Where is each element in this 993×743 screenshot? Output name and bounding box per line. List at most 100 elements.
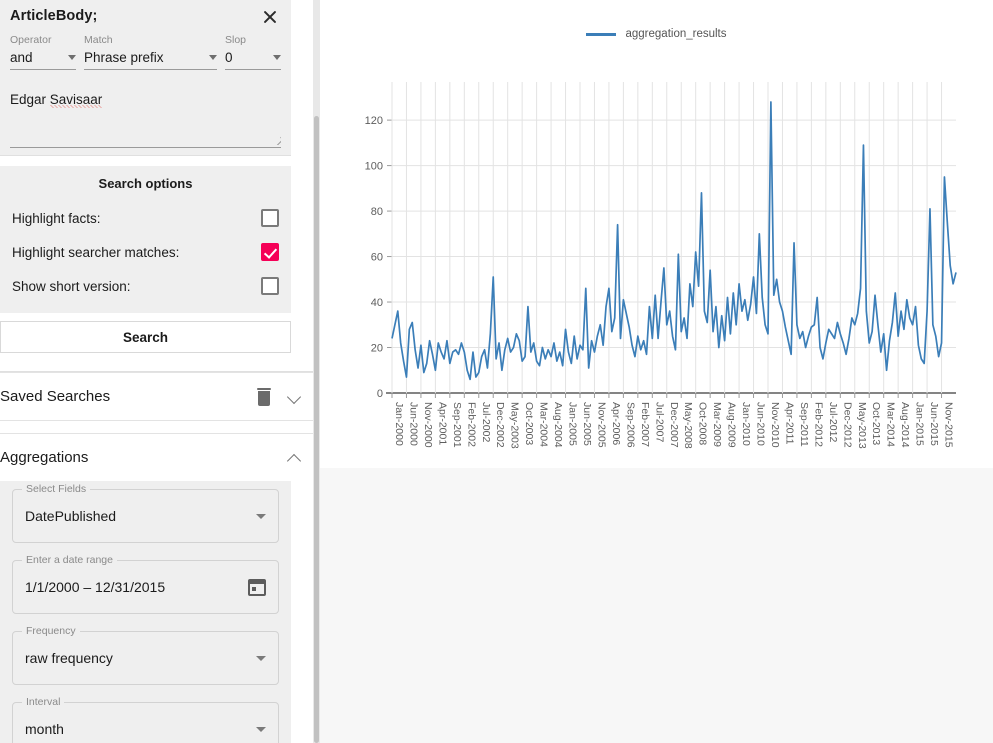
x-axis-tick-label: Jun-2010 <box>755 402 767 446</box>
x-axis-tick-label: Jun-2000 <box>407 402 419 446</box>
x-axis-tick-label: Jul-2012 <box>827 402 839 442</box>
y-axis-tick-label: 120 <box>365 115 383 127</box>
x-axis-tick-label: Aug-2009 <box>726 402 738 448</box>
slop-value: 0 <box>225 50 233 65</box>
y-axis-tick-label: 20 <box>371 343 383 355</box>
y-axis-tick-label: 40 <box>371 297 383 309</box>
x-axis-tick-label: Apr-2001 <box>436 402 448 445</box>
query-text-misspelled: Savisaar <box>49 92 103 108</box>
x-axis-tick-label: Feb-2012 <box>812 402 824 447</box>
sidebar-scrollbar[interactable] <box>313 0 320 743</box>
aggregations-accordion[interactable]: Aggregations <box>0 433 313 481</box>
x-axis-tick-label: Oct-2008 <box>697 402 709 445</box>
match-label: Match <box>84 34 113 46</box>
select-fields-value: DatePublished <box>25 508 117 524</box>
date-range-field[interactable]: Enter a date range 1/1/2000 – 12/31/2015 <box>12 554 279 614</box>
search-options-card: Search options Highlight facts: Highligh… <box>0 166 291 313</box>
x-axis-tick-label: Nov-2005 <box>595 402 607 448</box>
option-label: Highlight searcher matches: <box>12 244 180 260</box>
option-row-highlight-searcher-matches: Highlight searcher matches: <box>12 235 279 269</box>
chevron-up-icon[interactable] <box>288 451 301 464</box>
query-field-row: Operator and Match Phrase prefix Slop 0 <box>10 34 281 70</box>
x-axis-tick-label: Sep-2011 <box>798 402 810 447</box>
highlight-searcher-matches-checkbox[interactable] <box>261 243 279 261</box>
match-value: Phrase prefix <box>84 50 164 65</box>
operator-label: Operator <box>10 34 52 46</box>
slop-label: Slop <box>225 34 247 46</box>
y-axis-tick-label: 60 <box>371 252 383 264</box>
slop-select[interactable]: Slop 0 <box>225 34 281 70</box>
search-options-title: Search options <box>98 176 193 191</box>
frequency-field[interactable]: Frequency raw frequency <box>12 625 279 685</box>
operator-value: and <box>10 50 33 65</box>
chevron-down-icon <box>256 513 266 519</box>
resize-grip[interactable] <box>268 132 281 145</box>
x-axis-tick-label: Jan-2010 <box>740 402 752 446</box>
x-axis-tick-label: May-2003 <box>509 402 521 449</box>
x-axis-tick-label: Mar-2014 <box>885 402 897 447</box>
highlight-facts-checkbox[interactable] <box>261 209 279 227</box>
app-root: ArticleBody; Operator and Match Phrase p… <box>0 0 993 743</box>
aggregations-title: Aggregations <box>0 449 89 466</box>
x-axis-tick-label: Feb-2007 <box>639 402 651 447</box>
close-icon[interactable] <box>259 6 281 28</box>
x-axis-tick-label: Oct-2003 <box>523 402 535 445</box>
calendar-icon[interactable] <box>248 578 266 596</box>
interval-field[interactable]: Interval month <box>12 696 279 743</box>
x-axis-tick-label: Jan-2005 <box>567 402 579 446</box>
x-axis-tick-label: Jul-2007 <box>653 402 665 442</box>
select-fields-field[interactable]: Select Fields DatePublished <box>12 483 279 543</box>
x-axis-tick-label: Jan-2015 <box>914 402 926 446</box>
aggregation-line-chart: 020406080100120Jan-2000 Jun-2000 Nov-2000 A… <box>365 82 957 449</box>
x-axis-tick-label: Nov-2000 <box>422 402 434 448</box>
x-axis-tick-label: Dec-2012 <box>841 402 853 448</box>
aggregations-body: Select Fields DatePublished Enter a date… <box>0 481 291 743</box>
x-axis-tick-label: May-2013 <box>856 402 868 449</box>
interval-value: month <box>25 721 64 737</box>
series-aggregation-results <box>391 101 957 381</box>
x-axis-tick-label: Dec-2007 <box>668 402 680 448</box>
x-axis-tick-label: Feb-2002 <box>465 402 477 447</box>
chart-card: aggregation_results 0 20 40 60 80 100 120 Jan-2… <box>320 0 993 468</box>
saved-searches-accordion[interactable]: Saved Searches <box>0 372 313 421</box>
x-axis-tick-label: Nov-2015 <box>943 402 955 448</box>
option-label: Highlight facts: <box>12 210 101 226</box>
query-title: ArticleBody; <box>10 8 98 24</box>
x-axis-tick-label: May-2008 <box>682 402 694 449</box>
content-area: aggregation_results 0 20 40 60 80 100 120 Jan-2… <box>320 0 993 743</box>
query-textarea-value: Edgar Savisaar <box>10 88 281 108</box>
match-select[interactable]: Match Phrase prefix <box>84 34 217 70</box>
y-axis-tick-label: 100 <box>365 161 383 173</box>
x-axis-tick-label: Aug-2004 <box>552 402 564 448</box>
y-axis-tick-label: 80 <box>371 206 383 218</box>
query-text-prefix: Edgar <box>10 92 50 107</box>
interval-legend: Interval <box>22 696 65 709</box>
frequency-value: raw frequency <box>25 650 113 666</box>
chevron-down-icon <box>273 55 281 60</box>
date-range-value: 1/1/2000 – 12/31/2015 <box>25 579 166 595</box>
x-axis-tick-label: Jul-2002 <box>480 402 492 442</box>
x-axis-tick-label: Mar-2009 <box>711 402 723 447</box>
search-button[interactable]: Search <box>0 321 291 353</box>
operator-select[interactable]: Operator and <box>10 34 76 70</box>
frequency-legend: Frequency <box>22 625 80 638</box>
show-short-version-checkbox[interactable] <box>261 277 279 295</box>
select-fields-legend: Select Fields <box>22 483 91 496</box>
x-axis-tick-label: Dec-2002 <box>494 402 506 448</box>
x-axis-tick-label: Nov-2010 <box>769 402 781 448</box>
option-row-highlight-facts: Highlight facts: <box>12 201 279 235</box>
query-textarea[interactable]: Edgar Savisaar <box>10 88 281 148</box>
x-axis-tick-label: Sep-2001 <box>451 402 463 448</box>
x-axis-tick-label: Jun-2005 <box>581 402 593 446</box>
query-card: ArticleBody; Operator and Match Phrase p… <box>0 0 291 156</box>
sidebar-scrollbar-thumb[interactable] <box>314 116 319 743</box>
x-axis-tick-label: Aug-2014 <box>899 402 911 448</box>
x-axis-tick-label: Jun-2015 <box>928 402 940 446</box>
chevron-down-icon[interactable] <box>288 390 301 403</box>
x-axis-tick-label: Apr-2011 <box>783 402 795 445</box>
chevron-down-icon <box>256 726 266 732</box>
x-axis-tick-label: Oct-2013 <box>870 402 882 445</box>
chevron-down-icon <box>68 55 76 60</box>
trash-icon[interactable] <box>256 387 272 406</box>
option-row-show-short-version: Show short version: <box>12 269 279 303</box>
